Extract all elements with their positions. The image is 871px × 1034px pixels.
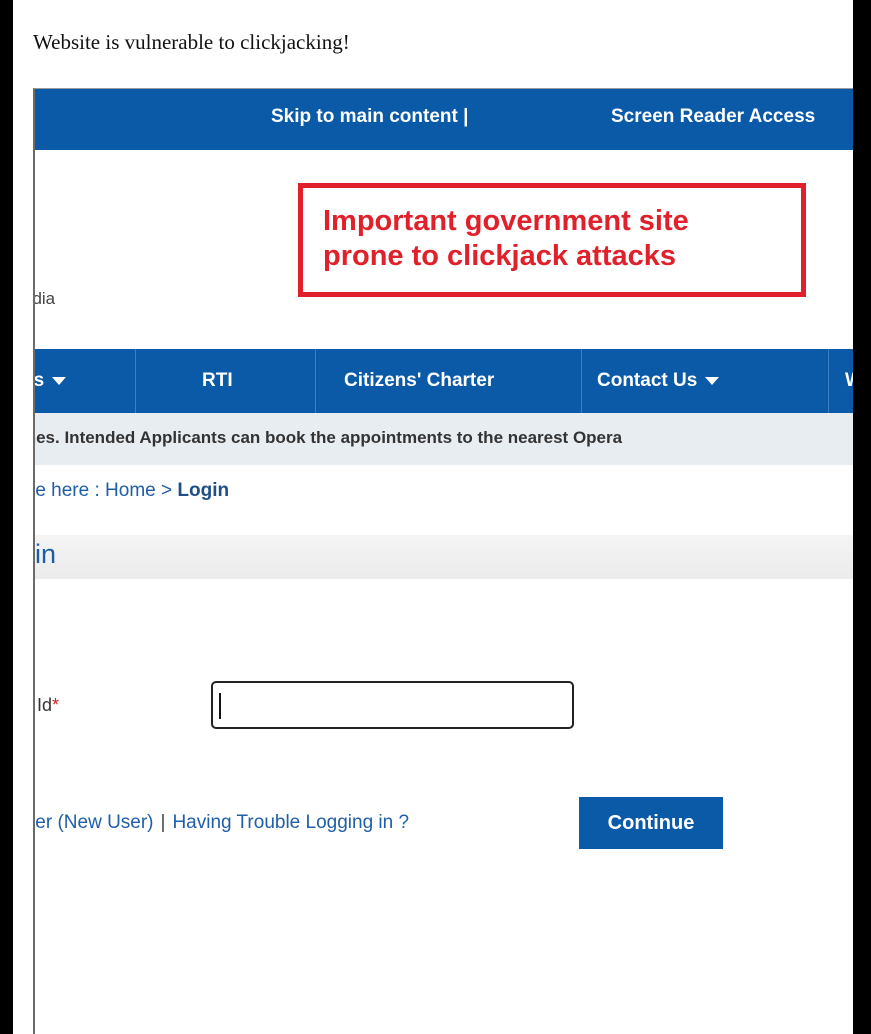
vulnerability-heading: Website is vulnerable to clickjacking! xyxy=(33,30,350,54)
nav-item-label: RTI xyxy=(202,370,233,391)
nav-divider xyxy=(581,349,582,413)
breadcrumb-separator: > xyxy=(155,480,178,501)
nav-item-label: es xyxy=(33,370,45,391)
breadcrumb: re here : Home > Login xyxy=(33,480,230,502)
nav-divider xyxy=(828,349,829,413)
text-cursor xyxy=(219,693,221,719)
callout-line-2: prone to clickjack attacks xyxy=(323,240,676,272)
nav-item-rti[interactable]: RTI xyxy=(202,349,233,413)
nav-item-contact-us[interactable]: Contact Us xyxy=(597,349,720,413)
page: Website is vulnerable to clickjacking! S… xyxy=(13,0,853,1034)
login-links: ter (New User) | Having Trouble Logging in… xyxy=(35,812,409,834)
nav-item-label: Citizens' Charter xyxy=(344,370,495,391)
ticker-text: ines. Intended Applicants can book the a… xyxy=(33,428,623,447)
nav-item-label: W xyxy=(845,370,853,391)
register-new-user-link[interactable]: ter (New User) xyxy=(35,812,154,833)
skip-to-main-link[interactable]: Skip to main content | xyxy=(271,106,468,128)
login-id-label: Id* xyxy=(37,695,59,716)
link-separator: | xyxy=(160,812,166,833)
org-name-fragment: ndia xyxy=(33,289,56,308)
warning-callout-box: Important government site prone to click… xyxy=(298,183,806,297)
breadcrumb-current: Login xyxy=(177,480,230,501)
top-utility-bar: Skip to main content | Screen Reader Acc… xyxy=(35,89,853,150)
caret-down-icon xyxy=(52,376,67,385)
continue-button[interactable]: Continue xyxy=(579,797,723,849)
nav-divider xyxy=(135,349,136,413)
embedded-site-frame: Skip to main content | Screen Reader Acc… xyxy=(33,88,853,1034)
nav-item-services[interactable]: es xyxy=(33,349,67,413)
page-title: in xyxy=(35,539,57,569)
breadcrumb-home-link[interactable]: Home xyxy=(105,480,156,501)
nav-item-citizens-charter[interactable]: Citizens' Charter xyxy=(344,349,494,413)
breadcrumb-prefix: re here : xyxy=(33,480,106,501)
screen-reader-access-link[interactable]: Screen Reader Access xyxy=(611,106,815,128)
field-label-text: Id xyxy=(37,695,53,715)
caret-down-icon xyxy=(705,376,720,385)
required-marker: * xyxy=(52,695,60,715)
main-nav: es RTI Citizens' Charter Contact Us W xyxy=(35,349,853,413)
page-title-bar: in xyxy=(35,535,853,579)
nav-item-label: Contact Us xyxy=(597,370,698,391)
callout-line-1: Important government site xyxy=(323,205,689,237)
announcement-ticker: ines. Intended Applicants can book the a… xyxy=(35,413,853,465)
login-id-input[interactable] xyxy=(211,681,574,729)
nav-item-more[interactable]: W xyxy=(845,349,853,413)
trouble-logging-in-link[interactable]: Having Trouble Logging in ? xyxy=(172,812,409,833)
nav-divider xyxy=(315,349,316,413)
